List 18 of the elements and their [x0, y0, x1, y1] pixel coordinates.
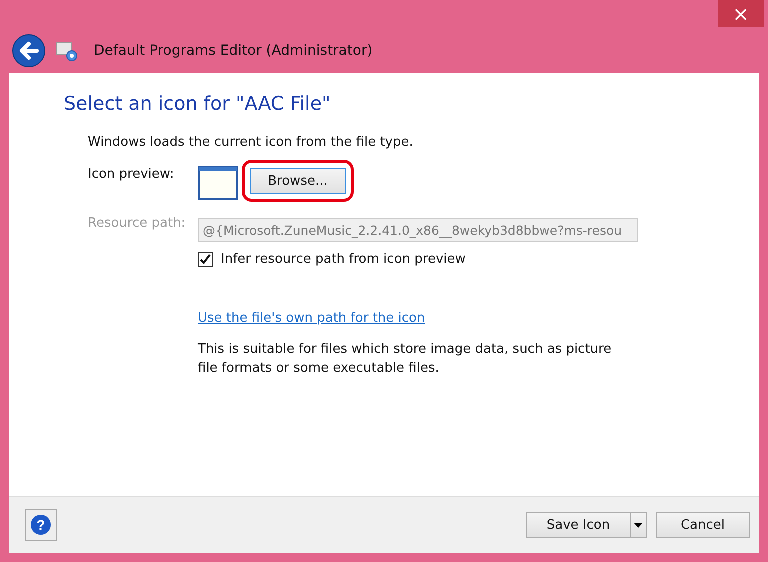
window-preview-icon [198, 166, 238, 200]
intro-text: Windows loads the current icon from the file type. [88, 135, 414, 150]
dropdown-button[interactable] [631, 512, 647, 538]
browse-button[interactable]: Browse... [250, 168, 346, 194]
help-button[interactable]: ? [25, 509, 57, 541]
own-path-link[interactable]: Use the file's own path for the icon [198, 311, 426, 326]
dialog-heading: Select an icon for "AAC File" [64, 93, 332, 115]
app-gear-icon [56, 40, 78, 62]
resource-path-label: Resource path: [88, 215, 187, 231]
cancel-button[interactable]: Cancel [656, 512, 750, 538]
caret-icon [634, 522, 643, 528]
save-icon-button[interactable]: Save Icon [526, 512, 631, 538]
note-text: This is suitable for files which store image data, such as picture file formats or some executable files. [198, 341, 613, 378]
close-button[interactable]: × [718, 0, 764, 27]
window-title: Default Programs Editor (Administrator) [94, 42, 373, 58]
checkbox-label[interactable]: Infer resource path from icon preview [221, 252, 466, 267]
icon-preview-label: Icon preview: [88, 166, 176, 182]
checkbox[interactable] [198, 252, 213, 267]
